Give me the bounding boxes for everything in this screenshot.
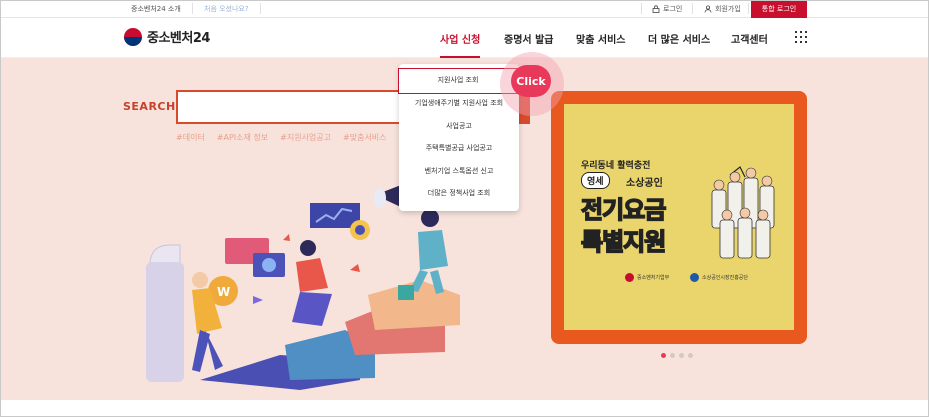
screenshot-border [0,0,929,417]
